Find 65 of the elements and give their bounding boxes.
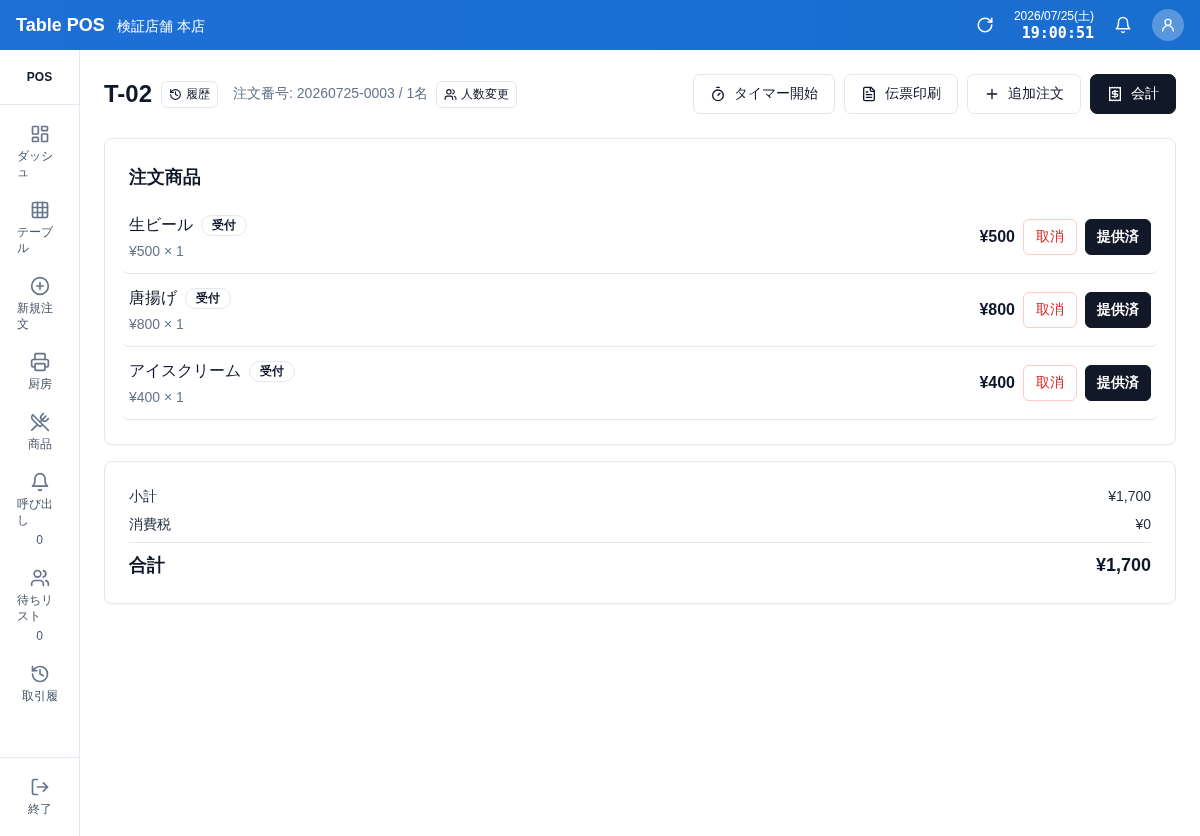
history-button[interactable]: 履歴: [161, 80, 219, 108]
bell-icon: [29, 472, 50, 492]
grid-icon: [29, 124, 50, 144]
total-value: ¥1,700: [1108, 487, 1151, 506]
sidebar-item[interactable]: 厨房: [0, 342, 79, 402]
served-button[interactable]: 提供済: [1085, 219, 1151, 255]
total-label: 消費税: [129, 515, 171, 534]
unit-price-quantity: ¥800 × 1: [129, 315, 185, 334]
history-icon: [169, 87, 183, 101]
utensils-icon: [29, 412, 50, 432]
unit-price-quantity: ¥400 × 1: [129, 388, 185, 407]
card-title: 注文商品: [129, 166, 202, 189]
served-button[interactable]: 提供済: [1085, 365, 1151, 401]
sidebar-item[interactable]: ダッシュ: [0, 114, 79, 190]
item-name: 生ビール: [129, 215, 193, 235]
total-value: ¥1,700: [1095, 554, 1151, 577]
logout-icon: [29, 777, 50, 797]
history-icon: [29, 664, 50, 684]
total-label: 小計: [129, 487, 157, 506]
item-price: ¥800: [979, 301, 1015, 319]
exit-button[interactable]: 終了: [0, 767, 79, 827]
item-name: 唐揚げ: [129, 288, 177, 308]
printer-icon: [29, 352, 50, 372]
start-timer-button[interactable]: タイマー開始: [693, 74, 835, 114]
item-price: ¥500: [979, 228, 1015, 246]
add-order-button[interactable]: 追加注文: [967, 74, 1081, 114]
cancel-button[interactable]: 取消: [1023, 292, 1077, 328]
item-price: ¥400: [979, 374, 1015, 392]
users-icon: [29, 568, 50, 588]
item-name: アイスクリーム: [129, 361, 241, 381]
sidebar-item[interactable]: テーブル: [0, 190, 79, 266]
total-value: ¥0: [1135, 515, 1151, 534]
stopwatch-icon: [710, 86, 726, 102]
receipt-icon: [1107, 86, 1123, 102]
served-button[interactable]: 提供済: [1085, 292, 1151, 328]
print-slip-button[interactable]: 伝票印刷: [844, 74, 958, 114]
notification-bell-icon[interactable]: [1114, 16, 1132, 34]
order-info: 注文番号: 20260725-0003 / 1名: [233, 85, 429, 103]
store-name: 検証店舗 本店: [116, 17, 205, 36]
user-avatar-button[interactable]: [1152, 9, 1184, 41]
plus-icon: [984, 86, 1000, 102]
app-title: Table POS: [16, 14, 105, 36]
table-number: T-02: [104, 80, 153, 108]
users-icon: [444, 87, 458, 101]
item-count: 0: [36, 628, 43, 644]
sidebar-item[interactable]: 待ちリスト 0: [0, 558, 79, 654]
sidebar-item[interactable]: 呼び出し 0: [0, 462, 79, 558]
unit-price-quantity: ¥500 × 1: [129, 242, 185, 261]
document-icon: [861, 86, 877, 102]
refresh-icon[interactable]: [975, 16, 994, 34]
user-icon: [1160, 17, 1176, 33]
date-text: 2026/07/25(土): [1013, 8, 1094, 24]
table-icon: [29, 200, 50, 220]
checkout-button[interactable]: 会計: [1090, 74, 1176, 114]
sidebar-item[interactable]: 商品: [0, 402, 79, 462]
plus-circle-icon: [29, 276, 50, 296]
time-text: 19:00:51: [1021, 23, 1094, 42]
change-guests-button[interactable]: 人数変更: [436, 80, 518, 108]
sidebar-item[interactable]: 新規注文: [0, 266, 79, 342]
total-label: 合計: [129, 554, 165, 577]
cancel-button[interactable]: 取消: [1023, 219, 1077, 255]
sidebar-title: POS: [26, 70, 53, 84]
item-count: 0: [36, 532, 43, 548]
sidebar-item[interactable]: 取引履: [0, 654, 79, 714]
cancel-button[interactable]: 取消: [1023, 365, 1077, 401]
